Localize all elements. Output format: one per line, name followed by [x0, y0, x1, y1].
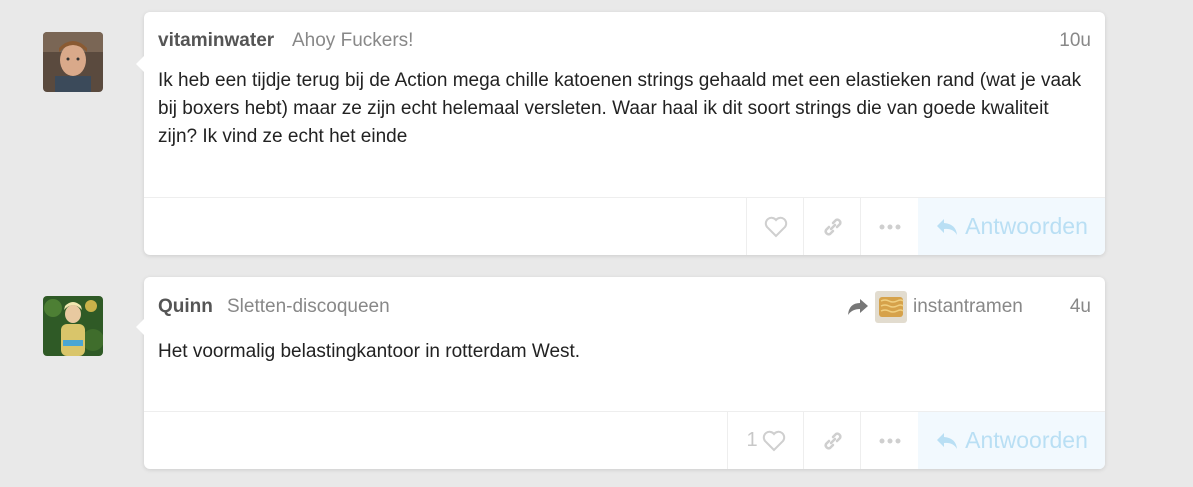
share-link-button[interactable] [803, 412, 861, 469]
like-button[interactable]: 1 [727, 412, 804, 469]
post-actions: Antwoorden [144, 197, 1105, 255]
more-button[interactable] [860, 412, 918, 469]
link-icon [823, 217, 842, 236]
reply-to-avatar [875, 291, 907, 323]
post-actions: 1 Antwoorden [144, 411, 1105, 469]
reply-label: Antwoorden [965, 213, 1088, 239]
more-button[interactable] [860, 198, 918, 255]
reply-button[interactable]: Antwoorden [918, 198, 1105, 255]
username[interactable]: Quinn [158, 296, 213, 318]
post-age[interactable]: 4u [1070, 296, 1091, 318]
reply-label: Antwoorden [965, 427, 1088, 453]
user-title: Ahoy Fuckers! [292, 30, 414, 51]
heart-icon [762, 430, 785, 451]
heart-icon [764, 216, 787, 237]
post-age[interactable]: 10u [1059, 30, 1091, 52]
post-body: Ik heb een tijdje terug bij de Action me… [158, 70, 1082, 147]
ellipsis-icon [879, 438, 900, 443]
reply-arrow-icon [937, 218, 958, 235]
like-count: 1 [746, 429, 758, 451]
ellipsis-icon [879, 224, 900, 229]
username[interactable]: vitaminwater [158, 30, 274, 52]
post-card: vitaminwater Ahoy Fuckers! 10u Ik heb ee… [136, 12, 1105, 255]
post-card: Quinn Sletten-discoqueen instantramen 4u… [136, 277, 1105, 469]
reply-button[interactable]: Antwoorden [918, 412, 1105, 469]
avatar[interactable] [43, 296, 103, 356]
reply-to-username: instantramen [913, 296, 1023, 317]
post-body: Het voormalig belastingkantoor in rotter… [158, 341, 581, 362]
post-header: vitaminwater Ahoy Fuckers! 10u [158, 30, 1091, 54]
post-header: Quinn Sletten-discoqueen instantramen 4u [158, 291, 1091, 323]
avatar[interactable] [43, 32, 103, 92]
share-link-button[interactable] [803, 198, 861, 255]
share-arrow-icon [848, 299, 868, 315]
reply-to-user[interactable]: instantramen [847, 291, 1023, 323]
like-button[interactable] [746, 198, 804, 255]
link-icon [823, 431, 842, 450]
reply-arrow-icon [937, 432, 958, 449]
user-title: Sletten-discoqueen [227, 296, 390, 317]
